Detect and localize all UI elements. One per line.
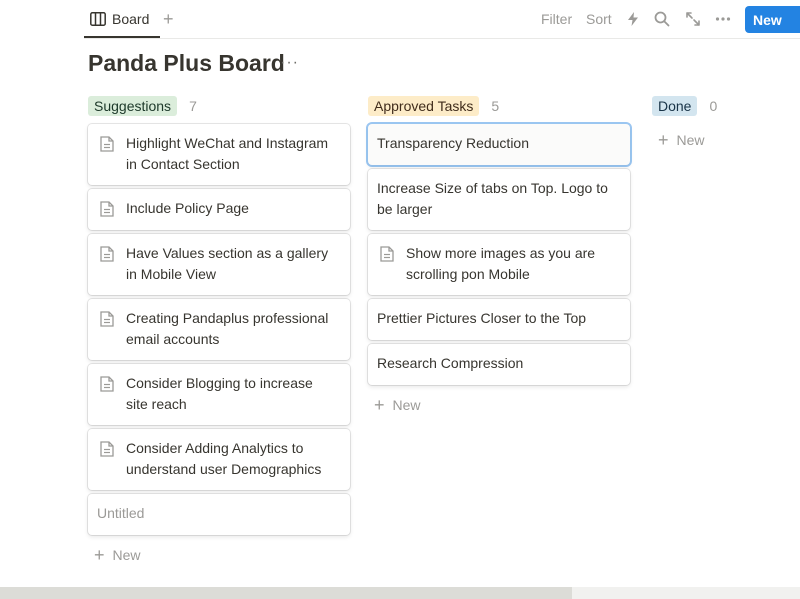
add-view-icon[interactable]: + xyxy=(163,9,174,29)
card-title: Research Compression xyxy=(377,355,524,371)
board-card[interactable]: Have Values section as a gallery in Mobi… xyxy=(88,234,350,295)
card-title: Consider Adding Analytics to understand … xyxy=(126,440,322,477)
card-title: Increase Size of tabs on Top. Logo to be… xyxy=(377,180,608,217)
plus-icon: + xyxy=(94,545,105,565)
view-tab-board[interactable]: Board xyxy=(84,0,155,38)
card-title: Consider Blogging to increase site reach xyxy=(126,375,313,412)
board-card[interactable]: Consider Blogging to increase site reach xyxy=(88,364,350,425)
column-done: Done 0 + New xyxy=(652,96,800,149)
new-button[interactable]: New xyxy=(745,6,800,33)
new-card-button[interactable]: + New xyxy=(94,546,141,564)
page-icon xyxy=(100,246,114,262)
top-toolbar: Board + Filter Sort New xyxy=(0,0,800,38)
board-card[interactable]: Increase Size of tabs on Top. Logo to be… xyxy=(368,169,630,230)
card-title: Transparency Reduction xyxy=(377,135,530,151)
board-card[interactable]: Include Policy Page xyxy=(88,189,350,230)
filter-button[interactable]: Filter xyxy=(541,11,572,27)
status-tag[interactable]: Approved Tasks xyxy=(368,96,480,116)
new-card-label: New xyxy=(392,397,421,413)
column-header: Done 0 xyxy=(652,96,800,116)
card-title: Show more images as you are scrolling po… xyxy=(406,245,596,282)
board-card[interactable]: Consider Adding Analytics to understand … xyxy=(88,429,350,490)
horizontal-scrollbar-thumb[interactable] xyxy=(0,587,572,599)
card-title: Have Values section as a gallery in Mobi… xyxy=(126,245,329,282)
board-card[interactable]: Creating Pandaplus professional email ac… xyxy=(88,299,350,360)
plus-icon: + xyxy=(658,130,669,150)
column-count: 0 xyxy=(709,98,718,114)
title-more-icon[interactable]: ··· xyxy=(280,54,299,72)
sort-button[interactable]: Sort xyxy=(586,11,612,27)
board-view-icon xyxy=(90,12,106,26)
page-icon xyxy=(100,311,114,327)
automation-bolt-icon[interactable] xyxy=(624,10,642,28)
new-card-label: New xyxy=(112,547,141,563)
page-icon xyxy=(100,441,114,457)
card-title: Include Policy Page xyxy=(126,200,249,216)
more-icon[interactable] xyxy=(714,10,732,28)
board-card[interactable]: Research Compression xyxy=(368,344,630,385)
new-card-label: New xyxy=(676,132,705,148)
status-tag[interactable]: Suggestions xyxy=(88,96,178,116)
plus-icon: + xyxy=(374,395,385,415)
card-title: Highlight WeChat and Instagram in Contac… xyxy=(126,135,329,172)
new-card-button[interactable]: + New xyxy=(658,131,705,149)
column-approved-tasks: Approved Tasks 5 Transparency Reduction … xyxy=(368,96,630,414)
board-card[interactable]: Transparency Reduction xyxy=(368,124,630,165)
new-card-button[interactable]: + New xyxy=(374,396,421,414)
card-title: Prettier Pictures Closer to the Top xyxy=(377,310,587,326)
search-icon[interactable] xyxy=(653,10,671,28)
board-card[interactable]: Untitled xyxy=(88,494,350,535)
page-title: Panda Plus Board xyxy=(88,50,285,76)
status-tag[interactable]: Done xyxy=(652,96,698,116)
toolbar-divider xyxy=(84,38,800,39)
page-icon xyxy=(380,246,394,262)
column-count: 5 xyxy=(491,98,500,114)
page-icon xyxy=(100,201,114,217)
column-header: Suggestions 7 xyxy=(88,96,350,116)
page-icon xyxy=(100,136,114,152)
view-tab-label: Board xyxy=(112,11,150,27)
column-header: Approved Tasks 5 xyxy=(368,96,630,116)
column-count: 7 xyxy=(189,98,197,114)
page-icon xyxy=(100,376,114,392)
column-suggestions: Suggestions 7 Highlight WeChat and Insta… xyxy=(88,96,350,564)
expand-icon[interactable] xyxy=(684,10,702,28)
new-button-label: New xyxy=(753,11,782,28)
board-card[interactable]: Show more images as you are scrolling po… xyxy=(368,234,630,295)
card-title: Creating Pandaplus professional email ac… xyxy=(126,310,329,347)
board-card[interactable]: Highlight WeChat and Instagram in Contac… xyxy=(88,124,350,185)
card-title: Untitled xyxy=(97,505,145,521)
board-card[interactable]: Prettier Pictures Closer to the Top xyxy=(368,299,630,340)
